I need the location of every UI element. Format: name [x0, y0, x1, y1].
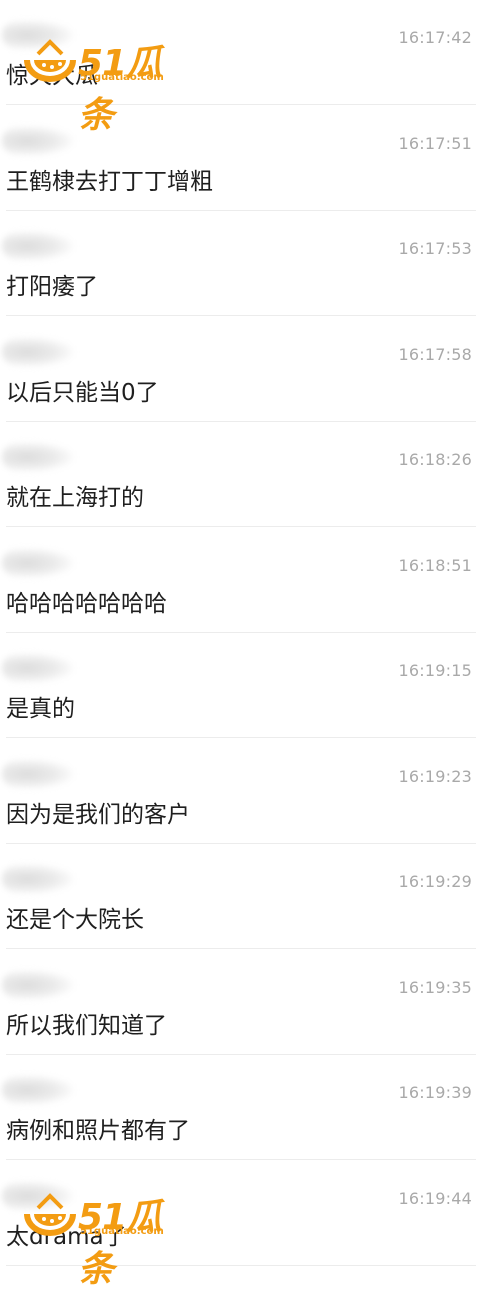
message-text: 还是个大院长 [6, 907, 144, 933]
message-timestamp: 16:17:58 [398, 344, 472, 364]
message-timestamp: 16:19:39 [398, 1083, 472, 1102]
blurred-sender-name [2, 653, 74, 683]
blurred-sender-name [2, 547, 74, 578]
watermark-bottom: 51瓜条 51guatiao.com [20, 1188, 190, 1290]
message-text: 打阳痿了 [6, 274, 98, 300]
message-text: 王鹤棣去打丁丁增粗 [6, 168, 213, 195]
message-timestamp: 16:18:26 [398, 450, 472, 469]
message-row[interactable]: 16:17:53 打阳痿了 [0, 211, 494, 316]
message-text: 因为是我们的客户 [6, 801, 190, 828]
message-row[interactable]: 16:19:29 还是个大院长 [0, 844, 494, 949]
message-row[interactable]: 16:19:35 所以我们知道了 [0, 950, 494, 1055]
blurred-sender-name [2, 442, 74, 472]
message-text: 以后只能当0了 [6, 379, 159, 406]
watermark-top: 51瓜条 51guatiao.com [20, 34, 190, 136]
blurred-sender-name [2, 969, 74, 1000]
message-timestamp: 16:19:44 [398, 1188, 472, 1208]
blurred-sender-name [2, 231, 74, 261]
message-row[interactable]: 16:19:39 病例和照片都有了 [0, 1055, 494, 1160]
watermark-brand: 51瓜条 [78, 43, 162, 136]
message-timestamp: 16:19:29 [398, 872, 472, 891]
watermark-brand: 51瓜条 [78, 1197, 162, 1290]
message-timestamp: 16:18:51 [398, 555, 472, 575]
message-timestamp: 16:19:23 [398, 766, 472, 786]
message-text: 哈哈哈哈哈哈哈 [6, 590, 167, 617]
blurred-sender-name [2, 125, 74, 156]
row-divider [6, 1264, 476, 1266]
message-timestamp: 16:17:42 [398, 28, 472, 47]
message-text: 所以我们知道了 [6, 1012, 167, 1039]
message-timestamp: 16:17:53 [398, 239, 472, 258]
watermelon-logo-icon [24, 39, 76, 82]
message-timestamp: 16:19:35 [398, 977, 472, 997]
message-row[interactable]: 16:17:58 以后只能当0了 [0, 317, 494, 422]
blurred-sender-name [2, 1075, 74, 1105]
message-row[interactable]: 16:17:51 王鹤棣去打丁丁增粗 [0, 106, 494, 211]
message-row[interactable]: 16:18:51 哈哈哈哈哈哈哈 [0, 528, 494, 633]
message-text: 就在上海打的 [6, 485, 144, 511]
message-row[interactable]: 16:18:26 就在上海打的 [0, 422, 494, 527]
message-timestamp: 16:19:15 [398, 661, 472, 680]
watermark-url: 51guatiao.com [80, 1226, 164, 1237]
blurred-sender-name [2, 758, 74, 789]
blurred-sender-name [2, 864, 74, 894]
chat-message-list: 16:17:42惊天大瓜16:17:51王鹤棣去打丁丁增粗16:17:53打阳痿… [0, 0, 494, 1280]
message-row[interactable]: 16:19:15 是真的 [0, 633, 494, 738]
blurred-sender-name [2, 336, 74, 367]
message-row[interactable]: 16:19:23 因为是我们的客户 [0, 739, 494, 844]
message-text: 病例和照片都有了 [6, 1118, 190, 1144]
message-timestamp: 16:17:51 [398, 133, 472, 153]
message-text: 是真的 [6, 696, 75, 722]
watermark-url: 51guatiao.com [80, 72, 164, 83]
watermelon-logo-icon [24, 1193, 76, 1236]
